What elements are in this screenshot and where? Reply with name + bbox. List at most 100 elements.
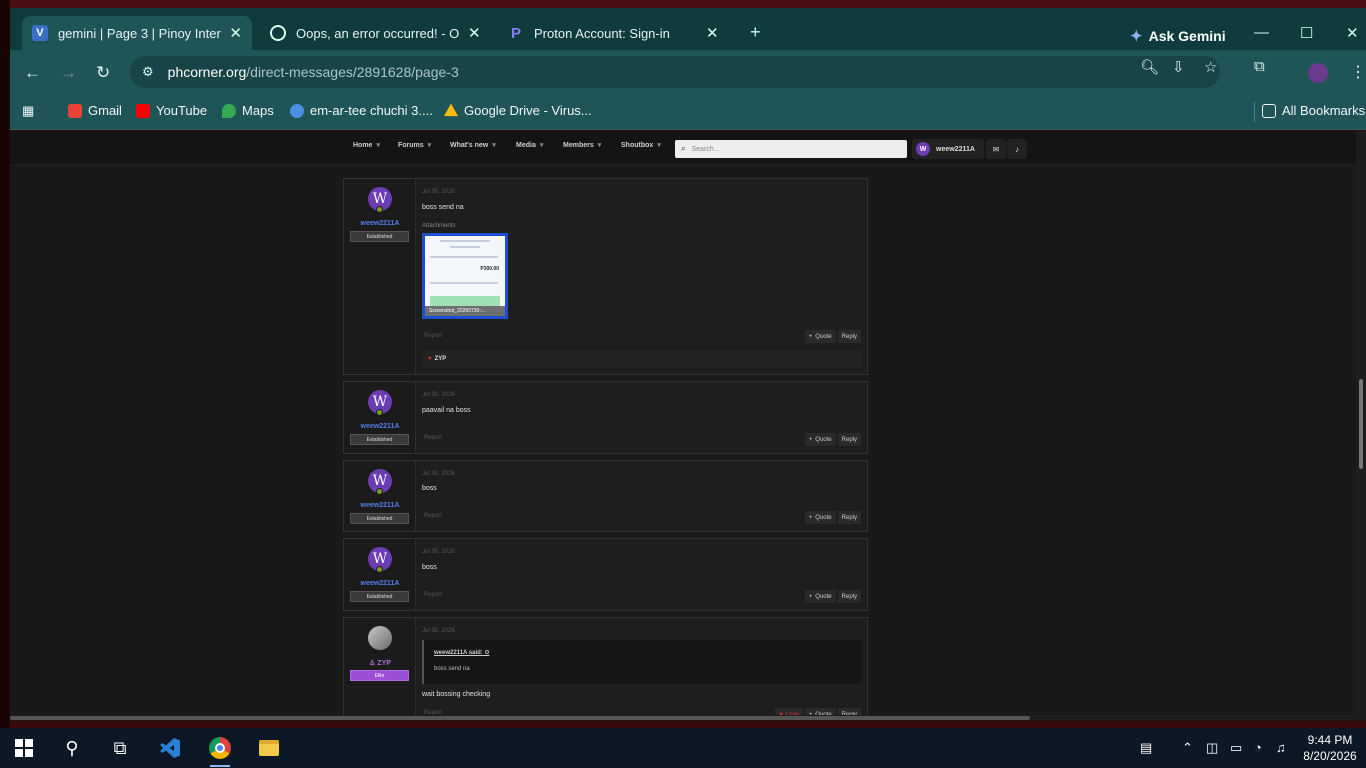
system-clock[interactable]: 9:44 PM 8/20/2026 bbox=[1300, 732, 1360, 764]
reply-button[interactable]: Reply bbox=[837, 433, 861, 446]
url-path: /direct-messages/2891628/page-3 bbox=[246, 64, 459, 80]
bookmark-youtube[interactable]: YouTube bbox=[136, 103, 207, 118]
attachment-amount: P300.00 bbox=[480, 266, 499, 272]
nav-whats-new[interactable]: What's new ▾ bbox=[450, 141, 496, 149]
gemini-sparkle-icon: ✦ bbox=[1130, 28, 1143, 45]
apps-grid-icon[interactable]: ▦ bbox=[22, 103, 34, 119]
maximize-icon[interactable]: ☐ bbox=[1300, 24, 1313, 42]
news-widget-icon[interactable]: ▤ bbox=[1140, 740, 1152, 756]
reply-button[interactable]: Reply bbox=[837, 511, 861, 524]
nav-forums[interactable]: Forums ▾ bbox=[398, 141, 431, 149]
message-date[interactable]: Jul 30, 2026 bbox=[422, 189, 455, 195]
tab-gemini[interactable]: V gemini | Page 3 | Pinoy Internet ✕ bbox=[22, 16, 252, 50]
scrollbar-thumb[interactable] bbox=[1359, 379, 1363, 469]
author-name[interactable]: weew2211A bbox=[344, 220, 416, 227]
chrome-icon[interactable] bbox=[208, 736, 232, 767]
bookmark-gmail[interactable]: Gmail bbox=[68, 103, 122, 118]
user-menu[interactable]: W weew2211A bbox=[912, 139, 984, 159]
bookmark-label: YouTube bbox=[156, 103, 208, 118]
menu-kebab-icon[interactable]: ⋮ bbox=[1350, 62, 1366, 82]
google-drive-icon bbox=[444, 103, 458, 117]
message-text: boss bbox=[422, 485, 437, 492]
quote-button[interactable]: +Quote bbox=[804, 330, 836, 343]
author-name[interactable]: weew2211A bbox=[344, 423, 416, 430]
battery-icon[interactable]: ▭ bbox=[1230, 740, 1242, 756]
message-post: ♙ ZYP Elite Jul 30, 2026 weew2211A said:… bbox=[343, 617, 868, 721]
minimize-icon[interactable]: — bbox=[1254, 24, 1269, 41]
report-link[interactable]: Report bbox=[424, 513, 442, 519]
horizontal-scrollbar[interactable] bbox=[10, 715, 1356, 721]
tab-proton[interactable]: P Proton Account: Sign-in ✕ bbox=[498, 16, 730, 50]
quote-header[interactable]: weew2211A said: ⊙ bbox=[434, 649, 490, 656]
vscode-icon[interactable] bbox=[158, 736, 182, 760]
ask-gemini-button[interactable]: ✦ Ask Gemini bbox=[1130, 27, 1226, 45]
quote-button[interactable]: +Quote bbox=[804, 433, 836, 446]
nav-shoutbox[interactable]: Shoutbox ▾ bbox=[621, 141, 661, 149]
search-icon: ⌕ bbox=[681, 144, 686, 153]
desktop-background-left bbox=[0, 0, 10, 728]
attachment-green-banner bbox=[430, 296, 500, 306]
author-name[interactable]: weew2211A bbox=[344, 580, 416, 587]
message-date[interactable]: Jul 30, 2026 bbox=[422, 392, 455, 398]
report-link[interactable]: Report bbox=[424, 592, 442, 598]
report-link[interactable]: Report bbox=[424, 333, 442, 339]
reload-icon[interactable]: ↻ bbox=[96, 63, 110, 83]
back-arrow-icon[interactable]: ← bbox=[24, 63, 41, 83]
close-tab-icon[interactable]: ✕ bbox=[468, 24, 481, 42]
bookmark-google-drive[interactable]: Google Drive - Virus... bbox=[444, 103, 592, 118]
reply-button[interactable]: Reply bbox=[837, 590, 861, 603]
online-indicator-icon bbox=[376, 206, 383, 213]
vertical-scrollbar[interactable] bbox=[1356, 131, 1366, 721]
close-tab-icon[interactable]: ✕ bbox=[706, 24, 719, 42]
nav-members[interactable]: Members ▾ bbox=[563, 141, 601, 149]
bookmark-em-ar-tee[interactable]: em-ar-tee chuchi 3.... bbox=[290, 103, 433, 118]
start-windows-icon[interactable] bbox=[12, 736, 36, 760]
volume-icon[interactable]: ♫ bbox=[1276, 740, 1286, 755]
forward-arrow-icon[interactable]: → bbox=[60, 63, 77, 83]
all-bookmarks[interactable]: All Bookmarks bbox=[1262, 103, 1365, 118]
message-date[interactable]: Jul 30, 2026 bbox=[422, 549, 455, 555]
zoom-icon[interactable]: 🔍︎ bbox=[1140, 58, 1159, 76]
profile-avatar[interactable] bbox=[1308, 63, 1328, 83]
quote-button[interactable]: +Quote bbox=[804, 590, 836, 603]
message-post: W weew2211A Established Jul 30, 2026 paa… bbox=[343, 381, 868, 454]
report-link[interactable]: Report bbox=[424, 435, 442, 441]
close-window-icon[interactable]: ✕ bbox=[1346, 24, 1359, 42]
inbox-envelope-icon[interactable]: ✉ bbox=[986, 139, 1006, 159]
message-author-panel: W weew2211A Established bbox=[344, 539, 416, 610]
tab-oops-error[interactable]: Oops, an error occurred! - Oper ✕ bbox=[260, 16, 492, 50]
message-date[interactable]: Jul 30, 2026 bbox=[422, 628, 455, 634]
nav-home[interactable]: Home ▾ bbox=[353, 141, 380, 149]
maps-pin-icon bbox=[222, 103, 236, 118]
attachment-thumbnail[interactable]: P300.00 Screenshot_20260730-... bbox=[422, 233, 508, 319]
task-view-icon[interactable]: ⧉ bbox=[108, 736, 132, 760]
author-avatar-photo[interactable] bbox=[368, 626, 392, 650]
search-icon[interactable]: ⚲ bbox=[60, 736, 84, 760]
reaction-user[interactable]: ZYP bbox=[435, 356, 447, 362]
message-body: Jul 30, 2026 weew2211A said: ⊙ boss send… bbox=[422, 618, 861, 721]
author-name[interactable]: ♙ ZYP bbox=[344, 659, 416, 667]
quote-button[interactable]: +Quote bbox=[804, 511, 836, 524]
extensions-icon[interactable]: ⧉ bbox=[1254, 58, 1265, 75]
phcorner-favicon-icon: V bbox=[32, 25, 48, 41]
message-text: wait bossing checking bbox=[422, 691, 491, 698]
scrollbar-thumb[interactable] bbox=[10, 716, 1030, 720]
bookmark-maps[interactable]: Maps bbox=[222, 103, 274, 118]
reply-button[interactable]: Reply bbox=[837, 330, 861, 343]
site-search-input[interactable]: ⌕ Search... bbox=[675, 140, 907, 158]
author-name[interactable]: weew2211A bbox=[344, 502, 416, 509]
site-info-icon[interactable]: ⚙ bbox=[142, 64, 154, 80]
file-explorer-icon[interactable] bbox=[257, 736, 281, 760]
close-tab-icon[interactable]: ✕ bbox=[229, 24, 242, 42]
wifi-icon[interactable]: ◔ bbox=[1254, 740, 1262, 755]
new-tab-icon[interactable]: + bbox=[750, 22, 761, 43]
message-text: paavail na boss bbox=[422, 407, 471, 414]
bookmark-star-icon[interactable]: ☆ bbox=[1204, 58, 1217, 76]
camera-icon[interactable]: ◫ bbox=[1206, 740, 1218, 756]
chevron-up-icon[interactable]: ⌃ bbox=[1182, 740, 1193, 756]
address-bar[interactable]: ⚙ phcorner.org/direct-messages/2891628/p… bbox=[130, 56, 1220, 88]
install-app-icon[interactable]: ⇩ bbox=[1172, 58, 1185, 76]
alerts-bell-icon[interactable]: ♪ bbox=[1007, 139, 1027, 159]
message-date[interactable]: Jul 30, 2026 bbox=[422, 471, 455, 477]
nav-media[interactable]: Media ▾ bbox=[516, 141, 543, 149]
